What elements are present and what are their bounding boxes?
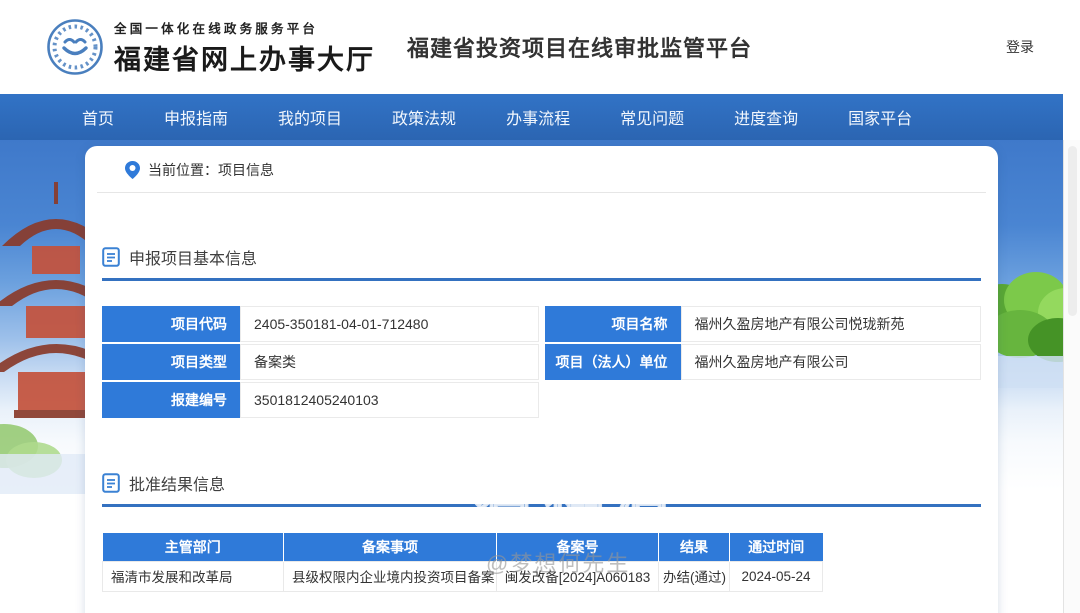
logo-small-text: 全国一体化在线政务服务平台: [114, 21, 319, 36]
nav-item-process[interactable]: 办事流程: [506, 105, 570, 129]
breadcrumb: 当前位置：项目信息: [97, 146, 986, 193]
field-value: 福州久盈房地产有限公司: [680, 344, 981, 380]
location-pin-icon: [125, 161, 140, 179]
logo-big-text: 福建省网上办事大厅: [114, 44, 375, 75]
field-label: 项目代码: [102, 306, 240, 342]
page-scrollbar[interactable]: [1063, 140, 1080, 613]
cell-result: 办结(通过): [658, 560, 730, 592]
field-legal-entity: 项目（法人）单位 福州久盈房地产有限公司: [544, 344, 981, 380]
content-card: 当前位置：项目信息 申报项目基本信息 项目代码 2405-350181-04-0…: [85, 146, 998, 613]
field-value: 备案类: [240, 344, 539, 380]
field-project-code: 项目代码 2405-350181-04-01-712480: [102, 306, 539, 342]
page-background: 当前位置：项目信息 申报项目基本信息 项目代码 2405-350181-04-0…: [0, 140, 1080, 613]
cell-pass-date: 2024-05-24: [729, 560, 823, 592]
section-approval-result-header: 批准结果信息: [102, 471, 981, 495]
login-button[interactable]: 登录: [1006, 37, 1034, 57]
site-logo-icon: [47, 19, 103, 75]
field-label: 报建编号: [102, 382, 240, 418]
nav-item-national[interactable]: 国家平台: [848, 105, 912, 129]
main-nav: 首页 申报指南 我的项目 政策法规 办事流程 常见问题 进度查询 国家平台: [0, 94, 1063, 140]
cell-department: 福清市发展和改革局: [102, 560, 284, 592]
basic-info-left-column: 项目代码 2405-350181-04-01-712480 项目类型 备案类 报…: [102, 306, 539, 418]
field-project-type: 项目类型 备案类: [102, 344, 539, 380]
field-construction-no: 报建编号 3501812405240103: [102, 382, 539, 418]
basic-info-table: 项目代码 2405-350181-04-01-712480 项目类型 备案类 报…: [102, 306, 981, 418]
col-header-record-item: 备案事项: [283, 533, 497, 561]
section-underline: [102, 504, 981, 507]
scrollbar-thumb[interactable]: [1067, 146, 1077, 316]
field-value: 3501812405240103: [240, 382, 539, 418]
nav-item-home[interactable]: 首页: [82, 105, 114, 129]
field-label: 项目类型: [102, 344, 240, 380]
nav-item-faq[interactable]: 常见问题: [620, 105, 684, 129]
col-header-pass-date: 通过时间: [729, 533, 823, 561]
section-basic-info-title: 申报项目基本信息: [129, 251, 258, 268]
document-icon: [102, 473, 120, 493]
nav-item-progress[interactable]: 进度查询: [734, 105, 798, 129]
field-label: 项目名称: [544, 306, 681, 342]
logo-text-block: 全国一体化在线政务服务平台 福建省网上办事大厅: [114, 18, 375, 77]
section-basic-info-header: 申报项目基本信息: [102, 245, 981, 269]
table-header-row: 主管部门 备案事项 备案号 结果 通过时间: [102, 533, 823, 561]
approval-result-table: 主管部门 备案事项 备案号 结果 通过时间 福清市发展和改革局 县级权限内企业境…: [102, 533, 823, 592]
col-header-result: 结果: [658, 533, 730, 561]
nav-item-projects[interactable]: 我的项目: [278, 105, 342, 129]
field-label: 项目（法人）单位: [544, 344, 681, 380]
nav-item-guide[interactable]: 申报指南: [164, 105, 228, 129]
document-icon: [102, 247, 120, 267]
field-project-name: 项目名称 福州久盈房地产有限公司悦珑新苑: [544, 306, 981, 342]
col-header-record-no: 备案号: [496, 533, 659, 561]
breadcrumb-label: 当前位置：项目信息: [148, 162, 274, 178]
page-title: 福建省投资项目在线审批监管平台: [407, 36, 753, 61]
site-logo-group: 全国一体化在线政务服务平台 福建省网上办事大厅: [46, 18, 375, 77]
cell-record-item: 县级权限内企业境内投资项目备案: [283, 560, 497, 592]
cell-record-no: 闽发改备[2024]A060183: [496, 560, 659, 592]
section-underline: [102, 278, 981, 281]
card-content: 申报项目基本信息 项目代码 2405-350181-04-01-712480 项…: [85, 245, 998, 592]
basic-info-right-column: 项目名称 福州久盈房地产有限公司悦珑新苑 项目（法人）单位 福州久盈房地产有限公…: [544, 306, 981, 418]
field-value: 2405-350181-04-01-712480: [240, 306, 539, 342]
table-row: 福清市发展和改革局 县级权限内企业境内投资项目备案 闽发改备[2024]A060…: [102, 560, 823, 592]
section-approval-result-title: 批准结果信息: [129, 477, 226, 494]
site-header: 全国一体化在线政务服务平台 福建省网上办事大厅 福建省投资项目在线审批监管平台 …: [0, 0, 1080, 94]
nav-item-policy[interactable]: 政策法规: [392, 105, 456, 129]
field-value: 福州久盈房地产有限公司悦珑新苑: [680, 306, 981, 342]
col-header-department: 主管部门: [102, 533, 284, 561]
